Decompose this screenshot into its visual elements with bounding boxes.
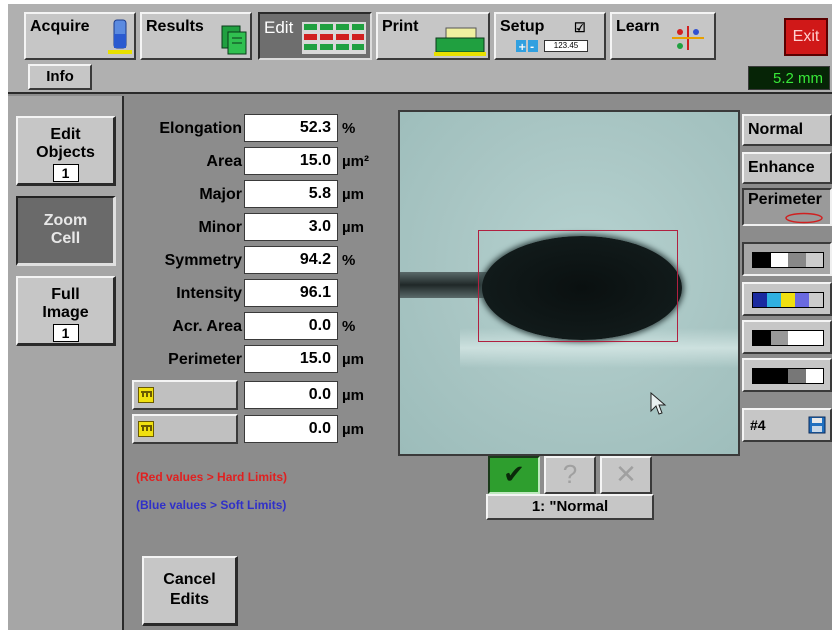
- measurement-value[interactable]: 94.2: [244, 246, 338, 274]
- measurement-unit: %: [342, 120, 356, 137]
- plus-minus-icon: + -: [516, 40, 538, 52]
- tab-edit[interactable]: Edit: [258, 12, 372, 60]
- scale-readout: 5.2 mm: [748, 66, 830, 90]
- cancel-edits-button[interactable]: Cancel Edits: [142, 556, 238, 626]
- measurement-value[interactable]: 3.0: [244, 213, 338, 241]
- full-image-label: Full Image: [42, 286, 89, 321]
- question-button[interactable]: ?: [544, 456, 596, 494]
- accept-button[interactable]: ✔: [488, 456, 540, 494]
- classification-label: 1: "Normal: [486, 494, 654, 520]
- tab-acquire-label: Acquire: [30, 18, 90, 35]
- measurement-unit: µm: [342, 186, 364, 203]
- measurement-value[interactable]: 5.8: [244, 180, 338, 208]
- tab-acquire[interactable]: Acquire: [24, 12, 136, 60]
- learn-icon: [672, 26, 704, 50]
- color-lut-icon: [752, 292, 824, 308]
- measurement-label: Symmetry: [164, 252, 242, 269]
- edit-objects-label: Edit Objects: [36, 126, 95, 161]
- lut-grayscale-2-button[interactable]: [742, 320, 832, 354]
- measurement-value[interactable]: 15.0: [244, 147, 338, 175]
- grayscale-lut-icon: [752, 368, 824, 384]
- lut-grayscale-1-button[interactable]: [742, 242, 832, 276]
- tab-results-label: Results: [146, 18, 204, 35]
- tab-edit-label: Edit: [264, 18, 294, 37]
- measurement-unit: µm: [342, 421, 364, 438]
- custom-measure-button[interactable]: [132, 414, 238, 444]
- perimeter-label: Perimeter: [748, 191, 822, 208]
- view-enhance-button[interactable]: Enhance: [742, 152, 832, 184]
- zoom-cell-label: Zoom Cell: [43, 212, 88, 247]
- documents-icon: [221, 25, 247, 55]
- printer-icon: [434, 27, 486, 56]
- measurement-unit: µm: [342, 351, 364, 368]
- reject-button[interactable]: ✕: [600, 456, 652, 494]
- measurement-label: Intensity: [176, 285, 242, 302]
- measurement-label: Major: [199, 186, 242, 203]
- measurement-label: Area: [206, 153, 242, 170]
- measurement-label: Minor: [198, 219, 242, 236]
- view-normal-button[interactable]: Normal: [742, 114, 832, 146]
- x-icon: ✕: [615, 459, 637, 489]
- edit-grid-icon: [302, 22, 366, 54]
- measurement-label: Perimeter: [168, 351, 242, 368]
- full-image-count: 1: [52, 324, 79, 342]
- grayscale-lut-icon: [752, 330, 824, 346]
- info-button[interactable]: Info: [28, 64, 92, 90]
- tab-results[interactable]: Results: [140, 12, 252, 60]
- main-toolbar: Acquire Results Edit Print Setup ☑ + - 1…: [8, 4, 832, 94]
- app-screen: Acquire Results Edit Print Setup ☑ + - 1…: [8, 4, 832, 630]
- lut-color-button[interactable]: [742, 282, 832, 316]
- measurement-unit: µm: [342, 387, 364, 404]
- edit-objects-button[interactable]: Edit Objects 1: [16, 116, 116, 186]
- ellipse-outline-icon: [785, 212, 823, 224]
- setup-readout: 123.45: [544, 40, 588, 52]
- measurement-label: Acr. Area: [172, 318, 242, 335]
- perimeter-bounding-box: [478, 230, 678, 342]
- tab-setup-label: Setup: [500, 18, 545, 35]
- tab-learn-label: Learn: [616, 18, 660, 35]
- cancel-edits-label: Cancel Edits: [163, 571, 216, 608]
- ruler-icon: [138, 387, 154, 403]
- svg-text:+: +: [518, 42, 526, 52]
- ruler-icon: [138, 421, 154, 437]
- zoom-cell-button[interactable]: Zoom Cell: [16, 196, 116, 266]
- question-icon: ?: [562, 459, 578, 489]
- edit-objects-count: 1: [52, 164, 79, 182]
- measurement-unit: µm: [342, 219, 364, 236]
- test-tube-icon: [108, 19, 132, 54]
- measurement-label: Elongation: [159, 120, 242, 137]
- view-perimeter-button[interactable]: Perimeter: [742, 188, 832, 226]
- lut-grayscale-3-button[interactable]: [742, 358, 832, 392]
- hard-limits-legend: (Red values > Hard Limits): [136, 470, 288, 484]
- checkbox-icon: ☑: [574, 20, 586, 35]
- image-number: #4: [750, 417, 766, 433]
- save-image-button[interactable]: #4: [742, 408, 832, 442]
- mouse-pointer-icon: [650, 392, 667, 415]
- svg-text:-: -: [530, 42, 534, 52]
- custom-measurement-value[interactable]: 0.0: [244, 381, 338, 409]
- left-panel: Edit Objects 1 Zoom Cell Full Image 1: [8, 96, 124, 630]
- measurement-value[interactable]: 96.1: [244, 279, 338, 307]
- measurement-value[interactable]: 0.0: [244, 312, 338, 340]
- exit-button[interactable]: Exit: [784, 18, 828, 56]
- full-image-button[interactable]: Full Image 1: [16, 276, 116, 346]
- measurement-unit: %: [342, 318, 356, 335]
- grayscale-lut-icon: [752, 252, 824, 268]
- tab-setup[interactable]: Setup ☑ + - 123.45: [494, 12, 606, 60]
- tab-print-label: Print: [382, 18, 419, 35]
- measurement-value[interactable]: 15.0: [244, 345, 338, 373]
- measurement-unit: %: [342, 252, 356, 269]
- custom-measure-button[interactable]: [132, 380, 238, 410]
- floppy-disk-icon: [808, 416, 826, 434]
- custom-measurement-value[interactable]: 0.0: [244, 415, 338, 443]
- measurement-unit: µm²: [342, 153, 369, 170]
- tab-learn[interactable]: Learn: [610, 12, 716, 60]
- check-icon: ✔: [503, 459, 525, 489]
- soft-limits-legend: (Blue values > Soft Limits): [136, 498, 287, 512]
- tab-print[interactable]: Print: [376, 12, 490, 60]
- measurement-value[interactable]: 52.3: [244, 114, 338, 142]
- cell-image-view[interactable]: [398, 110, 740, 456]
